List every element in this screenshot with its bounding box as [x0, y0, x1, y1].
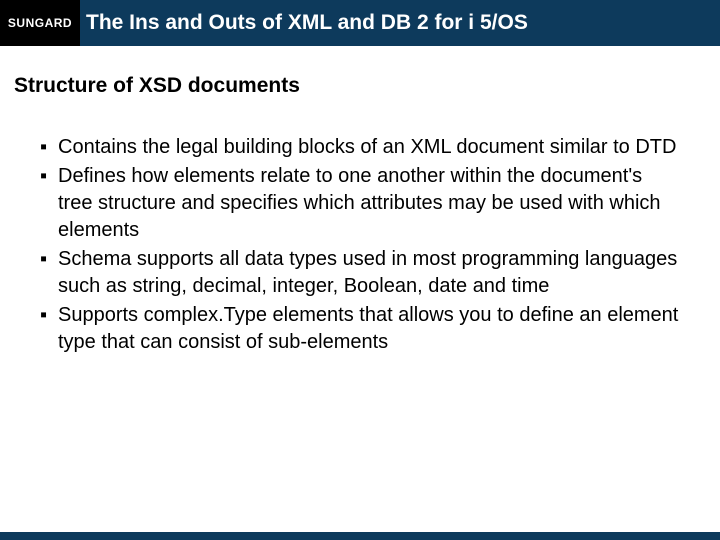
- title-bar: SUNGARD The Ins and Outs of XML and DB 2…: [0, 0, 720, 46]
- bullet-list: ▪ Contains the legal building blocks of …: [40, 134, 680, 356]
- list-item-text: Supports complex.Type elements that allo…: [58, 302, 680, 356]
- list-item: ▪ Supports complex.Type elements that al…: [40, 302, 680, 356]
- page-title: The Ins and Outs of XML and DB 2 for i 5…: [86, 11, 528, 35]
- bullet-icon: ▪: [40, 302, 52, 329]
- list-item: ▪ Contains the legal building blocks of …: [40, 134, 680, 161]
- list-item-text: Contains the legal building blocks of an…: [58, 134, 676, 161]
- bullet-icon: ▪: [40, 163, 52, 190]
- list-item: ▪ Defines how elements relate to one ano…: [40, 163, 680, 244]
- footer-accent-bar: [0, 532, 720, 540]
- list-item-text: Schema supports all data types used in m…: [58, 246, 680, 300]
- section-heading: Structure of XSD documents: [14, 74, 720, 98]
- list-item-text: Defines how elements relate to one anoth…: [58, 163, 680, 244]
- list-item: ▪ Schema supports all data types used in…: [40, 246, 680, 300]
- brand-logo: SUNGARD: [0, 0, 80, 46]
- bullet-icon: ▪: [40, 134, 52, 161]
- brand-logo-text: SUNGARD: [8, 16, 72, 30]
- slide: SUNGARD The Ins and Outs of XML and DB 2…: [0, 0, 720, 540]
- bullet-icon: ▪: [40, 246, 52, 273]
